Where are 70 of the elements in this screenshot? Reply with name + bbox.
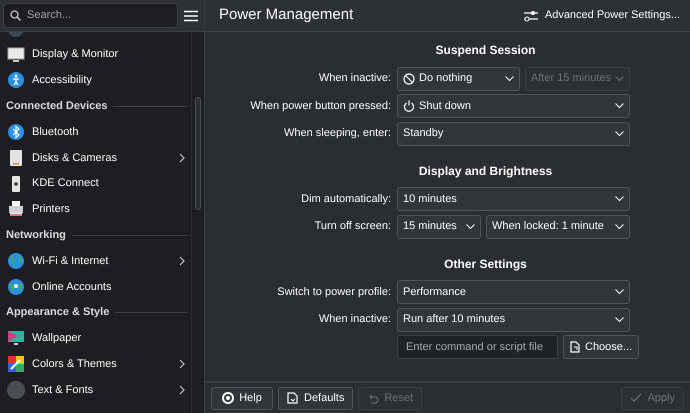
chevron-right-icon [179,152,185,163]
search-field[interactable]: Search... [3,3,178,28]
field-label: Dim automatically: [301,192,391,205]
chevron-down-icon [615,196,624,202]
color-palette-icon [7,355,25,374]
field-label: Switch to power profile: [277,286,391,298]
monitor-icon [7,46,25,64]
help-icon [222,392,234,404]
field-label: When power button pressed: [250,100,391,112]
undo-icon [367,392,380,404]
sidebar-item[interactable]: Wi-Fi & Internet [0,248,191,274]
sidebar-item[interactable]: Printers [0,196,191,222]
chevron-down-icon [615,316,624,322]
chevron-down-icon [615,289,624,295]
sidebar-item[interactable]: Wallpaper [0,326,191,352]
dropdown[interactable]: 10 minutes [397,187,630,211]
dropdown[interactable]: Performance [397,280,630,304]
input-field[interactable]: Enter command or script file [397,335,558,359]
field-label: When inactive: [318,313,391,326]
checkmark-icon [630,392,642,404]
dropdown[interactable]: Standby [397,122,630,146]
document-icon [570,341,580,353]
chevron-down-icon [615,130,624,136]
menu-icon[interactable] [184,10,198,22]
sidebar-item[interactable]: Accessibility [0,68,191,94]
power-icon [403,100,415,112]
prohibited-icon [403,72,415,84]
chevron-down-icon [615,103,624,109]
chevron-right-icon [179,359,185,370]
sidebar-item[interactable]: Online Accounts [0,274,191,300]
sidebar-item[interactable]: KDE Connect [0,170,191,197]
dropdown[interactable]: 15 minutes [397,214,481,238]
accessibility-icon [7,71,25,90]
category-heading: Connected Devices [6,99,108,114]
defaults-button[interactable]: Defaults [278,386,354,410]
scrollbar-thumb[interactable] [195,97,201,210]
sidebar-item[interactable]: Display & Monitor [0,42,191,68]
section-heading: Other Settings [444,256,527,270]
wallpaper-icon [7,329,25,348]
sliders-icon [522,10,539,22]
dropdown[interactable]: When locked: 1 minute [486,214,630,238]
sidebar-item[interactable]: Bluetooth [0,119,191,145]
printer-icon [7,200,25,218]
chevron-down-icon [466,224,475,230]
chevron-right-icon [179,256,185,266]
field-label: When sleeping, enter: [284,127,391,140]
section-heading: Display and Brightness [418,164,552,178]
sidebar-item[interactable]: Text & Fonts [0,377,191,403]
sidebar-item[interactable]: Disks & Cameras [0,144,191,171]
dropdown[interactable]: Shut down [397,94,630,118]
chevron-down-icon [615,76,624,82]
chevron-down-icon [615,224,624,230]
document-icon [287,392,299,404]
choose-button[interactable]: Choose... [563,335,640,359]
dropdown[interactable]: Do nothing [397,66,520,90]
chevron-right-icon [179,385,185,396]
category-heading: Appearance & Style [6,305,110,320]
globe-icon [7,252,25,270]
field-label: When inactive: [318,72,391,84]
help-button[interactable]: Help [211,386,273,410]
accounts-icon [7,278,25,296]
chevron-down-icon [504,76,514,82]
field-label: Turn off screen: [314,220,391,232]
advanced-settings-button[interactable]: Advanced Power Settings... [520,5,682,26]
bluetooth-icon [7,123,25,142]
sidebar-item[interactable]: Colors & Themes [0,351,191,378]
category-heading: Networking [6,228,66,244]
section-heading: Suspend Session [435,43,536,57]
page-title: Power Management [219,5,354,26]
dropdown[interactable]: Run after 10 minutes [397,308,630,332]
